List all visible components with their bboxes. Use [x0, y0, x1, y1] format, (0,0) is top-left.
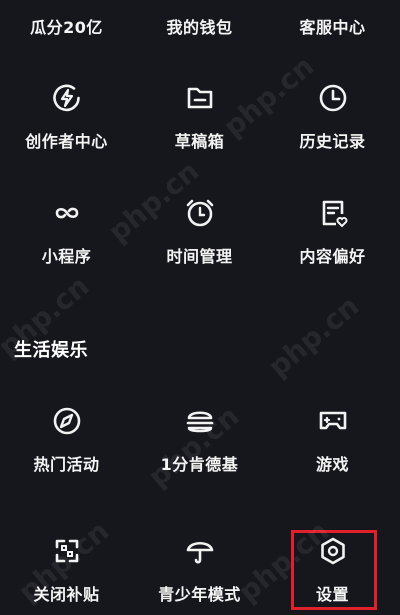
content-preference-button[interactable]: 内容偏好 [266, 195, 399, 305]
coupon-frame-icon [55, 539, 78, 563]
hot-events-button[interactable]: 热门活动 [0, 403, 133, 513]
tools-row-2: 小程序 时间管理 内容偏好 [0, 195, 400, 305]
menu-screen: 瓜分20亿 我的钱包 客服中心 创作者中心 草稿箱 历史记录 小程序 时间管理 … [0, 0, 400, 615]
split-reward-link[interactable]: 瓜分20亿 [0, 14, 133, 44]
alarm-clock-icon [186, 199, 213, 227]
mini-programs-button[interactable]: 小程序 [0, 195, 133, 305]
content-preference-label: 内容偏好 [299, 247, 366, 266]
document-heart-icon [322, 200, 347, 228]
games-button[interactable]: 游戏 [266, 403, 399, 513]
top-links-row: 瓜分20亿 我的钱包 客服中心 [0, 14, 400, 44]
burger-icon [186, 411, 213, 433]
umbrella-icon [186, 541, 213, 564]
history-label: 历史记录 [299, 132, 366, 151]
creator-center-button[interactable]: 创作者中心 [0, 80, 133, 190]
life-entertainment-row: 热门活动 1分肯德基 游戏 [0, 403, 400, 513]
teen-mode-label: 青少年模式 [158, 585, 241, 604]
drafts-label: 草稿箱 [174, 132, 225, 151]
my-wallet-label: 我的钱包 [166, 18, 233, 37]
lightning-circle-icon [52, 84, 80, 112]
creator-center-label: 创作者中心 [25, 132, 108, 151]
customer-service-label: 客服中心 [299, 18, 366, 37]
mini-programs-label: 小程序 [41, 247, 92, 266]
my-wallet-link[interactable]: 我的钱包 [133, 14, 266, 44]
hot-events-label: 热门活动 [33, 455, 100, 474]
close-subsidy-label: 关闭补贴 [33, 585, 100, 604]
compass-icon [53, 407, 80, 435]
drafts-button[interactable]: 草稿箱 [133, 80, 266, 190]
kfc-deal-button[interactable]: 1分肯德基 [133, 403, 266, 513]
infinity-link-icon [55, 207, 78, 219]
settings-highlight-box [291, 530, 377, 610]
teen-mode-button[interactable]: 青少年模式 [133, 533, 266, 613]
section-title-life-entertainment: 生活娱乐 [14, 340, 88, 361]
time-management-label: 时间管理 [166, 247, 233, 266]
split-reward-label: 瓜分20亿 [30, 18, 103, 37]
time-management-button[interactable]: 时间管理 [133, 195, 266, 305]
kfc-deal-label: 1分肯德基 [160, 455, 239, 474]
gamepad-icon [319, 411, 346, 430]
tools-row-1: 创作者中心 草稿箱 历史记录 [0, 80, 400, 190]
history-button[interactable]: 历史记录 [266, 80, 399, 190]
clock-icon [319, 84, 346, 112]
close-subsidy-button[interactable]: 关闭补贴 [0, 533, 133, 613]
folder-icon [187, 87, 212, 109]
customer-service-link[interactable]: 客服中心 [266, 14, 399, 44]
games-label: 游戏 [315, 455, 349, 474]
